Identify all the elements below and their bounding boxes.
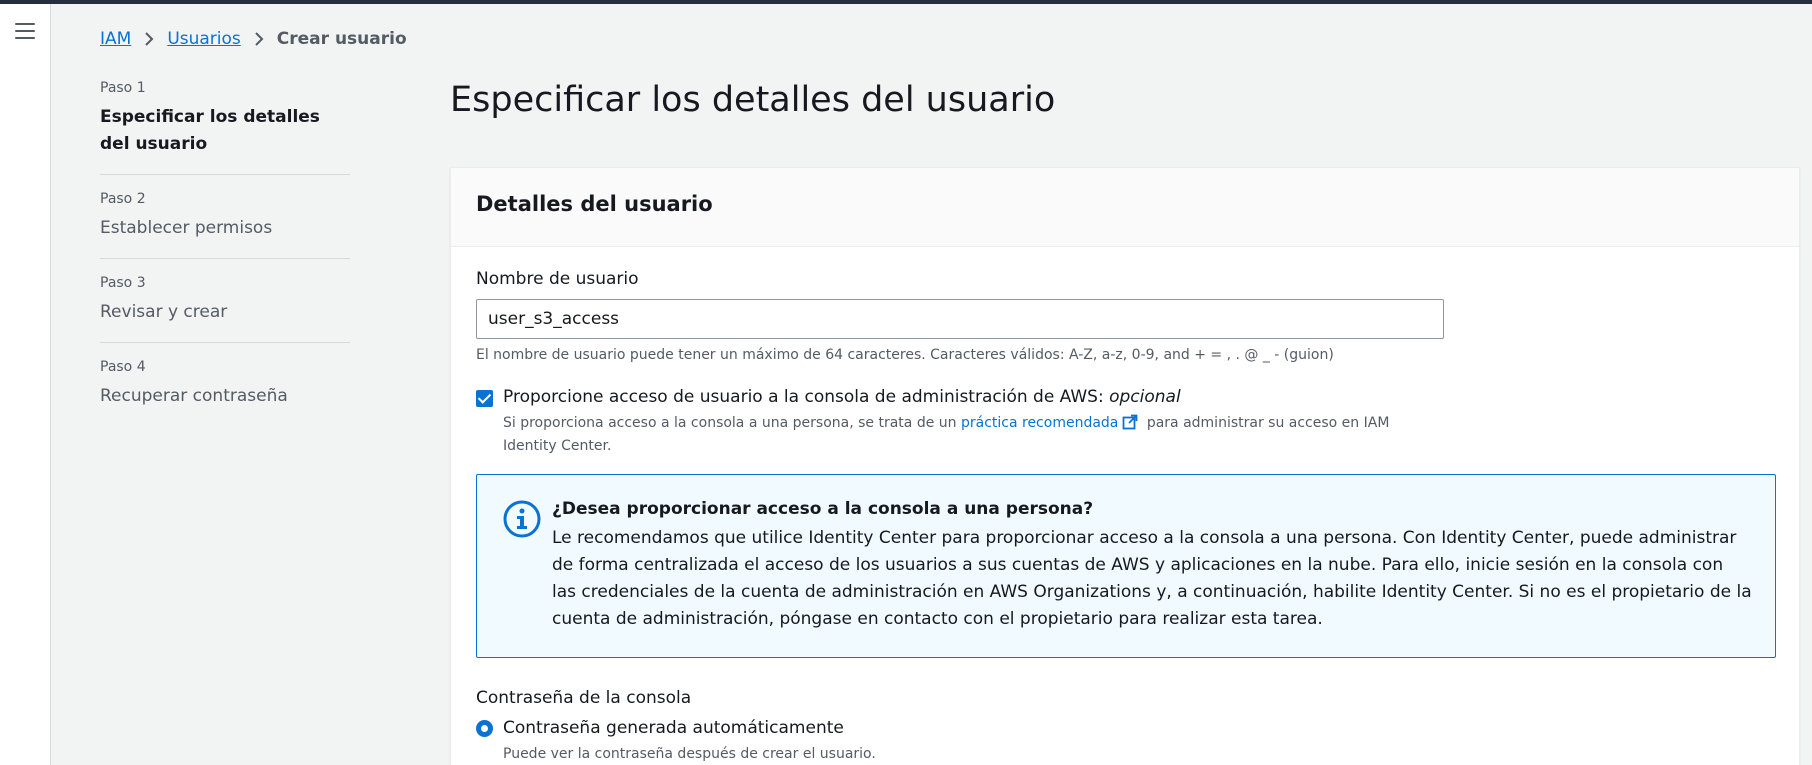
step-number: Paso 3 [100,275,146,291]
chevron-right-icon [254,31,264,47]
alert-title: ¿Desea proporcionar acceso a la consola … [552,499,1094,519]
wizard-step-2: Paso 2 Establecer permisos [100,191,350,259]
step-number: Paso 4 [100,359,146,375]
user-details-container: Detalles del usuario Nombre de usuario u… [450,167,1800,765]
username-input[interactable]: user_s3_access [476,299,1444,339]
menu-icon[interactable] [15,23,35,39]
console-access-text: Proporcione acceso de usuario a la conso… [503,387,1104,407]
side-nav-rail [0,4,51,765]
info-icon [502,499,542,539]
info-alert: ¿Desea proporcionar acceso a la consola … [476,474,1776,658]
console-access-checkbox[interactable] [476,390,493,407]
console-access-label: Proporcione acceso de usuario a la conso… [503,387,1181,407]
step-title: Establecer permisos [100,218,273,238]
alert-content: ¿Desea proporcionar acceso a la consola … [552,499,1752,633]
console-password-label: Contraseña de la consola [476,688,692,708]
step-number: Paso 1 [100,80,146,96]
breadcrumb: IAM Usuarios Crear usuario [100,29,407,49]
console-access-optional: opcional [1109,387,1181,407]
page-title: Especificar los detalles del usuario [450,80,1056,120]
username-constraint: El nombre de usuario puede tener un máxi… [476,347,1334,363]
console-desc-pre: Si proporciona acceso a la consola a una… [503,415,957,431]
step-number: Paso 2 [100,191,146,207]
external-link-icon[interactable] [1122,414,1138,436]
breadcrumb-current: Crear usuario [276,29,407,49]
chevron-right-icon [144,31,154,47]
console-access-description: Si proporciona acceso a la consola a una… [503,413,1433,456]
wizard-step-1: Paso 1 Especificar los detalles del usua… [100,80,350,175]
auto-password-description: Puede ver la contraseña después de crear… [503,746,876,762]
wizard-step-3: Paso 3 Revisar y crear [100,275,350,343]
wizard-steps: Paso 1 Especificar los detalles del usua… [100,80,350,442]
password-option-row: Contraseña generada automáticamente [476,718,1774,738]
container-header: Detalles del usuario [451,168,1799,247]
breadcrumb-usuarios[interactable]: Usuarios [167,29,240,49]
container-title: Detalles del usuario [476,192,713,216]
best-practice-link[interactable]: práctica recomendada [961,415,1118,431]
container-body: Nombre de usuario user_s3_access El nomb… [451,247,1799,765]
wizard-step-4: Paso 4 Recuperar contraseña [100,359,350,426]
console-access-row: Proporcione acceso de usuario a la conso… [476,387,1774,407]
auto-password-label: Contraseña generada automáticamente [503,718,844,738]
breadcrumb-iam[interactable]: IAM [100,29,131,49]
username-label: Nombre de usuario [476,269,639,289]
top-bar [0,0,1812,4]
step-title: Especificar los detalles del usuario [100,107,320,154]
step-title: Recuperar contraseña [100,386,288,406]
auto-password-radio[interactable] [476,719,493,737]
alert-text: Le recomendamos que utilice Identity Cen… [552,528,1752,629]
step-title: Revisar y crear [100,302,228,322]
